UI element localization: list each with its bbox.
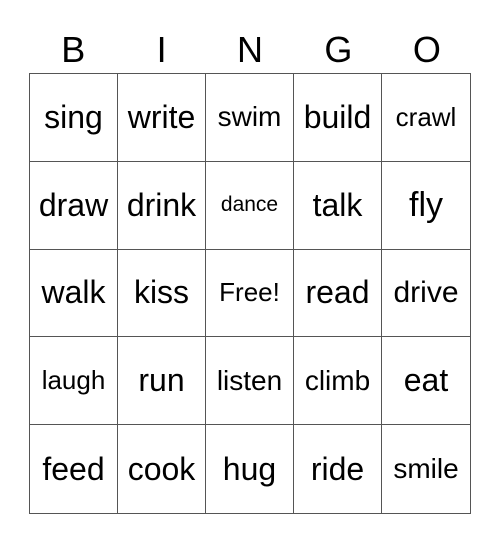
bingo-cell: cook bbox=[118, 425, 206, 513]
bingo-cell: draw bbox=[30, 161, 118, 250]
bingo-cell: dance bbox=[206, 161, 294, 250]
bingo-cell: talk bbox=[294, 161, 382, 250]
bingo-cell: kiss bbox=[118, 249, 206, 338]
bingo-cell: build bbox=[294, 74, 382, 162]
bingo-free-cell: Free! bbox=[206, 249, 294, 338]
bingo-cell: listen bbox=[206, 337, 294, 426]
bingo-cell: drink bbox=[118, 161, 206, 250]
bingo-cell: run bbox=[118, 337, 206, 426]
header-letter-n: N bbox=[237, 29, 264, 70]
bingo-cell: eat bbox=[382, 337, 470, 426]
bingo-cell: hug bbox=[206, 425, 294, 513]
bingo-cell: write bbox=[118, 74, 206, 162]
bingo-grid: sing write swim build crawl draw drink d… bbox=[29, 73, 471, 514]
bingo-cell: laugh bbox=[30, 337, 118, 426]
bingo-cell: sing bbox=[30, 74, 118, 162]
header-letter-o: O bbox=[412, 29, 441, 70]
bingo-cell: feed bbox=[30, 425, 118, 513]
bingo-cell: walk bbox=[30, 249, 118, 338]
header-letter-b: B bbox=[61, 29, 86, 70]
bingo-cell: crawl bbox=[382, 74, 470, 162]
bingo-header: B I N G O bbox=[29, 28, 471, 72]
bingo-cell: ride bbox=[294, 425, 382, 513]
bingo-cell: fly bbox=[382, 162, 470, 250]
header-letter-i: I bbox=[156, 29, 167, 70]
bingo-cell: read bbox=[294, 249, 382, 338]
bingo-cell: swim bbox=[206, 74, 294, 162]
bingo-cell: climb bbox=[294, 337, 382, 426]
header-letter-g: G bbox=[324, 29, 353, 70]
bingo-cell: drive bbox=[382, 250, 470, 338]
bingo-cell: smile bbox=[393, 453, 459, 485]
